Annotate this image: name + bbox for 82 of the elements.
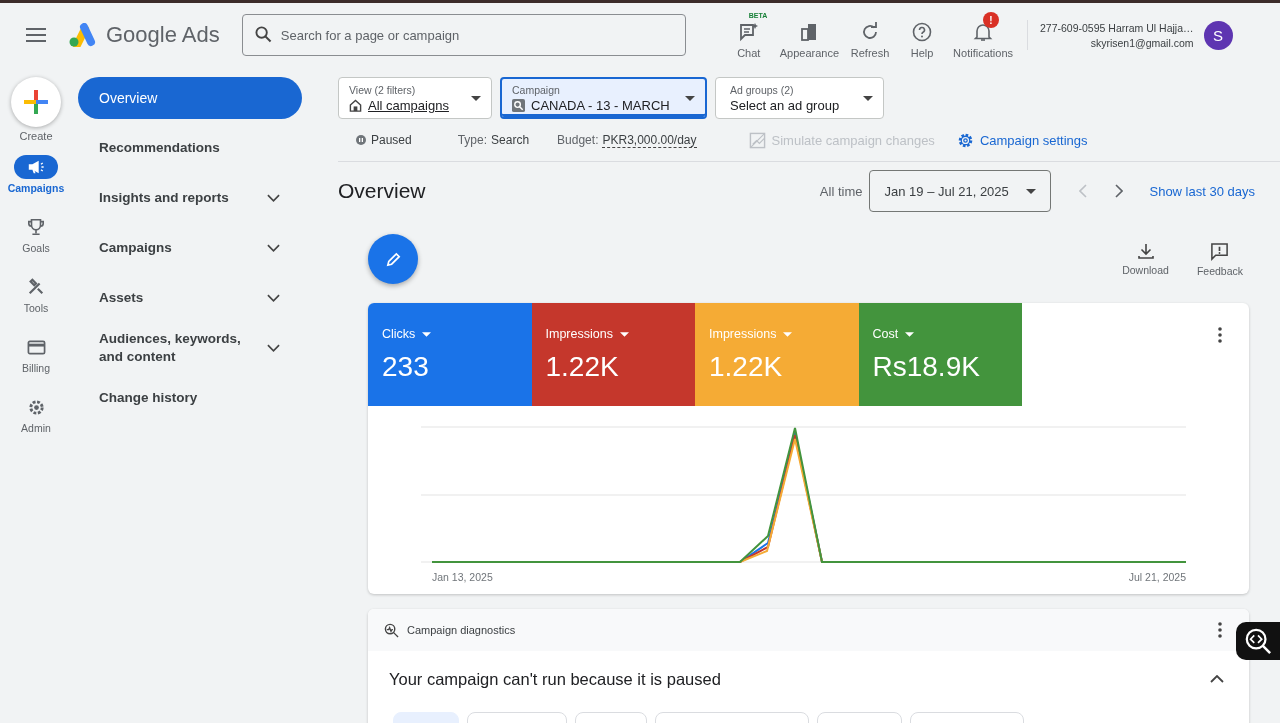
caret-icon — [905, 331, 915, 337]
rail-item[interactable]: Campaigns — [7, 155, 65, 202]
filter-dropdown[interactable]: Campaign CANADA - 13 - MARCH — [500, 77, 707, 119]
toolbar-button[interactable]: Help — [899, 11, 946, 59]
budget-label: Budget: — [557, 133, 599, 147]
range-label: All time — [819, 183, 863, 199]
menu-icon[interactable] — [26, 28, 46, 42]
account-email: skyrisen1@gmail.com — [1090, 36, 1194, 49]
axis-label: Jan 13, 2025 — [432, 571, 493, 583]
rail-item[interactable]: Tools — [14, 275, 58, 322]
caret-icon — [783, 331, 793, 337]
create-label: Create — [19, 130, 53, 142]
settings-icon — [956, 131, 974, 149]
pause-icon — [356, 135, 366, 145]
tools-icon — [27, 278, 45, 296]
rail-item[interactable]: Goals — [14, 215, 58, 262]
plus-icon — [23, 89, 49, 115]
simulate-icon — [748, 131, 766, 149]
edit-button[interactable] — [368, 234, 418, 284]
filter-dropdown[interactable]: Ad groups (2) Select an ad group — [715, 77, 884, 119]
alert-badge: ! — [983, 12, 1000, 28]
nav-item[interactable]: Assets — [78, 273, 302, 323]
caret-icon — [685, 95, 695, 101]
metric-tile[interactable]: Impressions 1.22K — [531, 303, 695, 406]
trophy-icon — [27, 218, 45, 236]
download-icon — [1136, 242, 1155, 260]
diagnostics-icon — [384, 622, 399, 638]
help-icon — [912, 22, 933, 42]
toolbar-button[interactable]: ! Notifications — [951, 11, 1015, 59]
pencil-icon — [384, 250, 402, 268]
magnifier-icon — [1244, 627, 1272, 655]
toolbar-button[interactable]: Appearance — [777, 11, 842, 59]
megaphone-icon — [27, 158, 45, 176]
rail-item[interactable]: Billing — [14, 335, 58, 382]
type-label: Type: — [457, 133, 488, 147]
nav-item[interactable]: Change history — [78, 373, 302, 423]
budget-value[interactable]: PKR3,000.00/day — [602, 132, 697, 148]
next-icon[interactable] — [1115, 184, 1124, 198]
caret-icon — [619, 331, 629, 337]
nav-item[interactable]: Insights and reports — [78, 173, 302, 223]
axis-label: Jul 21, 2025 — [1128, 571, 1186, 583]
home-icon — [349, 98, 362, 112]
diagnostics-title: Campaign diagnostics — [407, 624, 516, 636]
logo-icon — [68, 23, 96, 47]
page-title: Overview — [338, 179, 426, 203]
nav-item[interactable]: Audiences, keywords, and content — [78, 323, 302, 373]
caret-icon — [1026, 188, 1037, 194]
caret-icon — [422, 331, 432, 337]
feedback-icon — [1210, 242, 1230, 261]
avatar[interactable]: S — [1203, 20, 1233, 50]
nav-item[interactable]: Overview — [78, 77, 302, 119]
status-text: Paused — [371, 133, 412, 147]
page-action-button[interactable]: Feedback — [1196, 242, 1243, 277]
date-range-dropdown[interactable]: Jan 19 – Jul 21, 2025 — [869, 170, 1052, 212]
action-link[interactable]: Campaign settings — [956, 131, 1088, 149]
chevron-icon[interactable] — [1210, 675, 1224, 683]
search-icon — [512, 98, 525, 112]
filter-dropdown[interactable]: View (2 filters) All campaigns — [338, 77, 492, 119]
more-icon[interactable] — [1218, 327, 1222, 343]
caret-icon — [863, 95, 873, 101]
chat-icon — [738, 22, 759, 42]
create-button[interactable] — [11, 77, 61, 127]
nav-item[interactable]: Recommendations — [78, 123, 302, 173]
floating-tool-button[interactable] — [1236, 622, 1280, 660]
toolbar-button[interactable]: Refresh — [847, 11, 894, 59]
type-value: Search — [491, 133, 530, 147]
logo-text: Google Ads — [106, 22, 220, 48]
account-name: 277-609-0595 Harram Ul Hajja… — [1040, 21, 1194, 34]
settings-icon — [26, 397, 46, 417]
nav-item[interactable]: Campaigns — [78, 223, 302, 273]
metric-tile[interactable]: Clicks 233 — [368, 303, 532, 406]
caret-icon — [471, 95, 481, 101]
metric-tile[interactable]: Cost Rs18.9K — [858, 303, 1022, 406]
rail-item[interactable]: Admin — [14, 395, 58, 442]
show-last-30-days-link[interactable]: Show last 30 days — [1149, 183, 1255, 199]
credit-card-icon — [26, 337, 46, 357]
diagnostics-message: Your campaign can't run because it is paused — [389, 669, 721, 689]
bell-icon — [973, 22, 994, 42]
page-action-button[interactable]: Download — [1122, 242, 1169, 277]
search-icon — [254, 26, 272, 43]
search-field[interactable]: Search for a page or campaign — [241, 14, 686, 56]
more-icon[interactable] — [1218, 622, 1222, 638]
